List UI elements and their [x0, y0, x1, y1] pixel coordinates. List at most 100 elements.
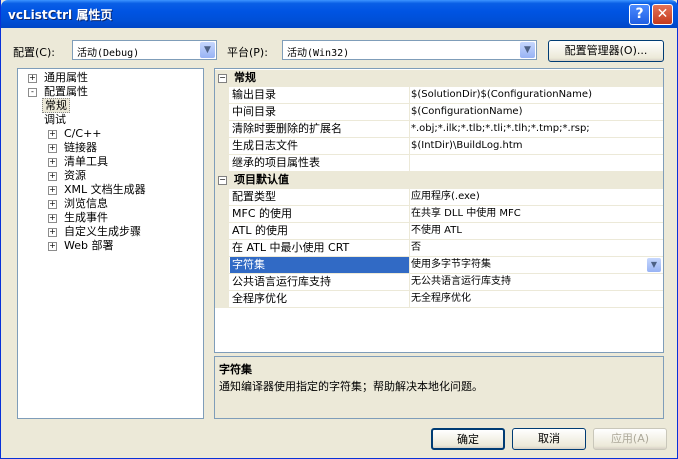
tree-item[interactable]: + 清单工具 — [48, 155, 110, 169]
property-name: 配置类型 — [230, 189, 410, 205]
property-value[interactable]: $(IntDir)\BuildLog.htm — [409, 138, 663, 154]
property-name: MFC 的使用 — [230, 206, 410, 222]
expand-icon[interactable]: + — [48, 172, 57, 181]
expand-icon[interactable]: + — [48, 228, 57, 237]
chevron-down-icon[interactable]: ▼ — [520, 42, 535, 58]
property-row[interactable]: 中间目录 $(ConfigurationName) — [215, 104, 663, 121]
ok-button[interactable]: 确定 — [431, 428, 505, 450]
expand-icon[interactable]: + — [48, 200, 57, 209]
chevron-down-icon[interactable]: ▼ — [200, 42, 215, 58]
property-value[interactable]: *.obj;*.ilk;*.tlb;*.tli;*.tlh;*.tmp;*.rs… — [409, 121, 663, 137]
property-name: 字符集 — [230, 257, 410, 273]
platform-dropdown[interactable]: 活动(Win32) ▼ — [282, 40, 537, 60]
expand-icon[interactable]: + — [48, 158, 57, 167]
platform-label: 平台(P): — [227, 46, 268, 59]
property-value[interactable]: 使用多字节字符集 — [409, 257, 663, 273]
expand-icon[interactable]: + — [28, 74, 37, 83]
config-dropdown[interactable]: 活动(Debug) ▼ — [72, 40, 217, 60]
property-name: 公共语言运行库支持 — [230, 274, 410, 290]
tree-item-label: 链接器 — [64, 141, 97, 154]
property-row[interactable]: 生成日志文件 $(IntDir)\BuildLog.htm — [215, 138, 663, 155]
expand-icon[interactable]: + — [48, 130, 57, 139]
grid-gutter — [215, 274, 229, 291]
tree-item[interactable]: + 自定义生成步骤 — [48, 225, 143, 239]
title-bar[interactable]: vcListCtrl 属性页 ? ✕ — [1, 0, 678, 28]
description-title: 字符集 — [219, 363, 252, 376]
tree-item[interactable]: + 资源 — [48, 169, 88, 183]
help-button[interactable]: ? — [629, 4, 650, 25]
property-value[interactable]: 无公共语言运行库支持 — [409, 274, 663, 290]
tree-item[interactable]: + 生成事件 — [48, 211, 110, 225]
property-row[interactable]: 配置类型 应用程序(.exe) — [215, 189, 663, 206]
tree-item[interactable]: + 浏览信息 — [48, 197, 110, 211]
property-value[interactable] — [409, 155, 663, 171]
description-text: 通知编译器使用指定的字符集；帮助解决本地化问题。 — [219, 380, 483, 393]
apply-button[interactable]: 应用(A) — [593, 428, 667, 450]
config-manager-button[interactable]: 配置管理器(O)... — [548, 40, 664, 62]
tree-item-label: XML 文档生成器 — [64, 183, 146, 196]
property-value[interactable]: 在共享 DLL 中使用 MFC — [409, 206, 663, 222]
collapse-icon[interactable]: − — [218, 176, 227, 185]
tree-item-label: 通用属性 — [44, 71, 88, 84]
grid-gutter — [215, 138, 229, 155]
tree-item-label: 生成事件 — [64, 211, 108, 224]
tree-item[interactable]: + Web 部署 — [48, 239, 115, 253]
property-name: ATL 的使用 — [230, 223, 410, 239]
grid-gutter — [215, 240, 229, 257]
property-name: 继承的项目属性表 — [230, 155, 410, 171]
grid-gutter — [215, 87, 229, 104]
tree-item[interactable]: + 链接器 — [48, 141, 99, 155]
category-row[interactable]: − 常规 — [215, 70, 663, 87]
property-row[interactable]: 全程序优化 无全程序优化 — [215, 291, 663, 308]
property-row[interactable]: MFC 的使用 在共享 DLL 中使用 MFC — [215, 206, 663, 223]
property-row[interactable]: ATL 的使用 不使用 ATL — [215, 223, 663, 240]
description-panel: 字符集 通知编译器使用指定的字符集；帮助解决本地化问题。 — [214, 356, 664, 419]
tree-item[interactable]: + 通用属性 — [28, 71, 90, 85]
tree-item-label: Web 部署 — [64, 239, 114, 252]
property-name: 清除时要删除的扩展名 — [230, 121, 410, 137]
property-row[interactable]: 在 ATL 中最小使用 CRT 否 — [215, 240, 663, 257]
tree-item[interactable]: 调试 — [42, 113, 68, 127]
tree-item-label: 配置属性 — [44, 85, 88, 98]
property-value[interactable]: $(SolutionDir)$(ConfigurationName) — [409, 87, 663, 103]
property-tree[interactable]: + 通用属性 - 配置属性 常规 调试 + C/C++ + 链接器 + 清单工具 + 资源 + XML 文档生… — [17, 68, 204, 419]
expand-icon[interactable]: + — [48, 242, 57, 251]
property-value[interactable]: 无全程序优化 — [409, 291, 663, 307]
grid-gutter: − — [215, 172, 229, 189]
chevron-down-icon[interactable]: ▼ — [647, 258, 661, 272]
tree-item[interactable]: + C/C++ — [48, 127, 104, 141]
grid-gutter — [215, 291, 229, 308]
property-row[interactable]: 公共语言运行库支持 无公共语言运行库支持 — [215, 274, 663, 291]
collapse-icon[interactable]: - — [28, 88, 37, 97]
close-button[interactable]: ✕ — [652, 4, 673, 25]
property-value[interactable]: 不使用 ATL — [409, 223, 663, 239]
property-name: 在 ATL 中最小使用 CRT — [230, 240, 410, 256]
property-name: 中间目录 — [230, 104, 410, 120]
property-name: 生成日志文件 — [230, 138, 410, 154]
property-row[interactable]: 输出目录 $(SolutionDir)$(ConfigurationName) — [215, 87, 663, 104]
property-value[interactable]: 否 — [409, 240, 663, 256]
tree-item[interactable]: - 配置属性 — [28, 85, 90, 99]
platform-value: 活动(Win32) — [287, 48, 350, 59]
collapse-icon[interactable]: − — [218, 74, 227, 83]
grid-gutter — [215, 257, 229, 274]
property-value[interactable]: $(ConfigurationName) — [409, 104, 663, 120]
property-name: 全程序优化 — [230, 291, 410, 307]
property-row[interactable]: 清除时要删除的扩展名 *.obj;*.ilk;*.tlb;*.tli;*.tlh;… — [215, 121, 663, 138]
expand-icon[interactable]: + — [48, 214, 57, 223]
property-value[interactable]: 应用程序(.exe) — [409, 189, 663, 205]
category-row[interactable]: − 项目默认值 — [215, 172, 663, 189]
property-grid[interactable]: − 常规 输出目录 $(SolutionDir)$(ConfigurationName… — [214, 68, 664, 353]
expand-icon[interactable]: + — [48, 144, 57, 153]
tree-item-label: 自定义生成步骤 — [64, 225, 141, 238]
tree-item-label: 清单工具 — [64, 155, 108, 168]
grid-gutter — [215, 155, 229, 172]
tree-item[interactable]: + XML 文档生成器 — [48, 183, 148, 197]
tree-item[interactable]: 常规 — [42, 98, 70, 113]
expand-icon[interactable]: + — [48, 186, 57, 195]
cancel-button[interactable]: 取消 — [512, 428, 586, 450]
grid-gutter — [215, 223, 229, 240]
property-row[interactable]: 字符集 使用多字节字符集 ▼ — [215, 257, 663, 274]
grid-gutter — [215, 104, 229, 121]
property-row[interactable]: 继承的项目属性表 — [215, 155, 663, 172]
